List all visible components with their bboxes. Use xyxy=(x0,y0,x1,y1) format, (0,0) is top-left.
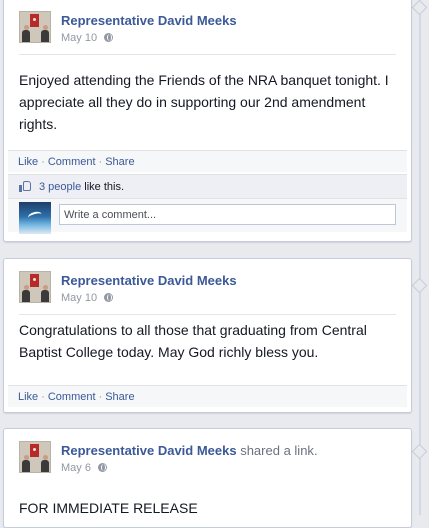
share-link[interactable]: Share xyxy=(105,156,134,168)
post-card: Representative David Meeks May 10 Congra… xyxy=(3,258,412,413)
author-name[interactable]: Representative David Meeks xyxy=(61,443,237,458)
globe-icon[interactable] xyxy=(104,33,114,42)
post-header: Representative David Meeks May 10 xyxy=(19,271,396,305)
globe-icon[interactable] xyxy=(104,293,114,302)
author-name[interactable]: Representative David Meeks xyxy=(61,273,237,288)
comment-link[interactable]: Comment xyxy=(48,391,96,403)
post-text: FOR IMMEDIATE RELEASE xyxy=(19,500,198,516)
author-name[interactable]: Representative David Meeks xyxy=(61,13,237,28)
post-text: Congratulations to all those that gradua… xyxy=(19,322,367,360)
likes-suffix: like this. xyxy=(81,181,125,193)
shared-text-end: . xyxy=(313,443,318,458)
timeline-marker xyxy=(411,0,428,16)
post-card: Representative David Meeks shared a link… xyxy=(3,428,412,528)
post-date[interactable]: May 6 xyxy=(61,462,91,474)
divider xyxy=(19,54,396,55)
timeline-marker xyxy=(411,443,428,460)
timeline-line xyxy=(419,0,421,515)
divider xyxy=(19,314,396,315)
globe-icon[interactable] xyxy=(98,463,108,472)
comment-input[interactable] xyxy=(59,204,396,225)
comment-composer xyxy=(8,198,407,234)
viewer-avatar xyxy=(19,202,51,234)
post-date[interactable]: May 10 xyxy=(61,292,97,304)
post-card: Representative David Meeks May 10 Enjoye… xyxy=(3,0,412,242)
comment-link[interactable]: Comment xyxy=(48,156,96,168)
author-avatar[interactable] xyxy=(19,271,51,303)
post-date[interactable]: May 10 xyxy=(61,32,97,44)
author-avatar[interactable] xyxy=(19,11,51,43)
thumbs-up-icon xyxy=(19,180,33,192)
author-avatar[interactable] xyxy=(19,441,51,473)
likes-people-link[interactable]: 3 people xyxy=(39,181,81,193)
post-header: Representative David Meeks May 10 xyxy=(19,11,396,45)
shared-link[interactable]: link xyxy=(294,443,314,458)
like-link[interactable]: Like xyxy=(18,156,38,168)
likes-summary: 3 people like this. xyxy=(8,174,407,198)
share-link[interactable]: Share xyxy=(105,391,134,403)
post-actions: Like · Comment · Share xyxy=(8,150,407,172)
timeline-marker xyxy=(411,277,428,294)
post-header: Representative David Meeks shared a link… xyxy=(19,441,396,475)
post-text: Enjoyed attending the Friends of the NRA… xyxy=(19,72,389,132)
like-link[interactable]: Like xyxy=(18,391,38,403)
post-actions: Like · Comment · Share xyxy=(8,385,407,407)
shared-text: shared a xyxy=(236,443,295,458)
